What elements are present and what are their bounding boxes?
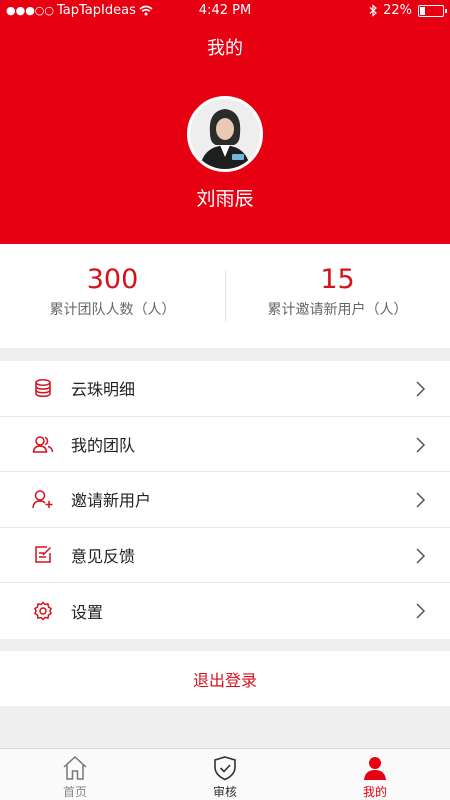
tab-label: 审核 [212,785,237,799]
chevron-right-icon [416,548,426,564]
profile-header: ●●●○○ TapTapIdeas 4:42 PM 22% 我的 刘雨辰 [0,0,450,244]
menu-item-my-team[interactable]: 我的团队 [0,417,450,473]
status-bar: ●●●○○ TapTapIdeas 4:42 PM 22% [0,0,450,22]
avatar[interactable] [187,96,263,172]
tab-label: 我的 [362,785,387,799]
menu-item-coin-details[interactable]: 云珠明细 [0,361,450,417]
page-title: 我的 [207,38,243,59]
menu-item-label: 我的团队 [71,435,136,455]
bluetooth-icon [369,4,378,17]
menu-item-label: 邀请新用户 [71,491,152,511]
logout-button[interactable]: 退出登录 [0,651,450,706]
menu-list: 云珠明细 我的团队 邀请新用户 意见反馈 设置 [0,361,450,639]
stat-team-count[interactable]: 300 累计团队人数（人） [0,244,225,348]
settings-icon [32,600,54,622]
tab-bar: 首页 审核 我的 [0,748,450,800]
chevron-right-icon [416,603,426,619]
coins-icon [32,377,54,399]
stat-value: 15 [320,264,355,295]
profile-icon [364,757,386,780]
team-icon [32,433,54,455]
user-name: 刘雨辰 [196,188,254,210]
tab-home[interactable]: 首页 [0,749,150,800]
feedback-icon [32,544,54,566]
stat-invited-users[interactable]: 15 累计邀请新用户（人） [225,244,450,348]
stat-value: 300 [86,264,139,295]
menu-item-label: 意见反馈 [71,547,136,567]
battery-percent: 22% [383,3,412,18]
stat-label: 累计团队人数（人） [49,302,176,318]
avatar-photo [190,99,260,169]
menu-item-invite-user[interactable]: 邀请新用户 [0,472,450,528]
menu-item-feedback[interactable]: 意见反馈 [0,528,450,584]
stats-panel: 300 累计团队人数（人） 15 累计邀请新用户（人） [0,244,450,348]
tab-label: 首页 [62,785,87,799]
tab-profile[interactable]: 我的 [300,749,450,800]
shield-check-icon [214,756,236,781]
menu-item-label: 设置 [71,603,104,623]
battery-icon [418,4,447,17]
chevron-right-icon [416,381,426,397]
menu-item-label: 云珠明细 [71,380,136,400]
chevron-right-icon [416,492,426,508]
stat-label: 累计邀请新用户（人） [267,302,408,318]
tab-review[interactable]: 审核 [150,749,300,800]
add-user-icon [32,488,54,510]
chevron-right-icon [416,437,426,453]
home-icon [63,755,87,780]
menu-item-settings[interactable]: 设置 [0,583,450,639]
